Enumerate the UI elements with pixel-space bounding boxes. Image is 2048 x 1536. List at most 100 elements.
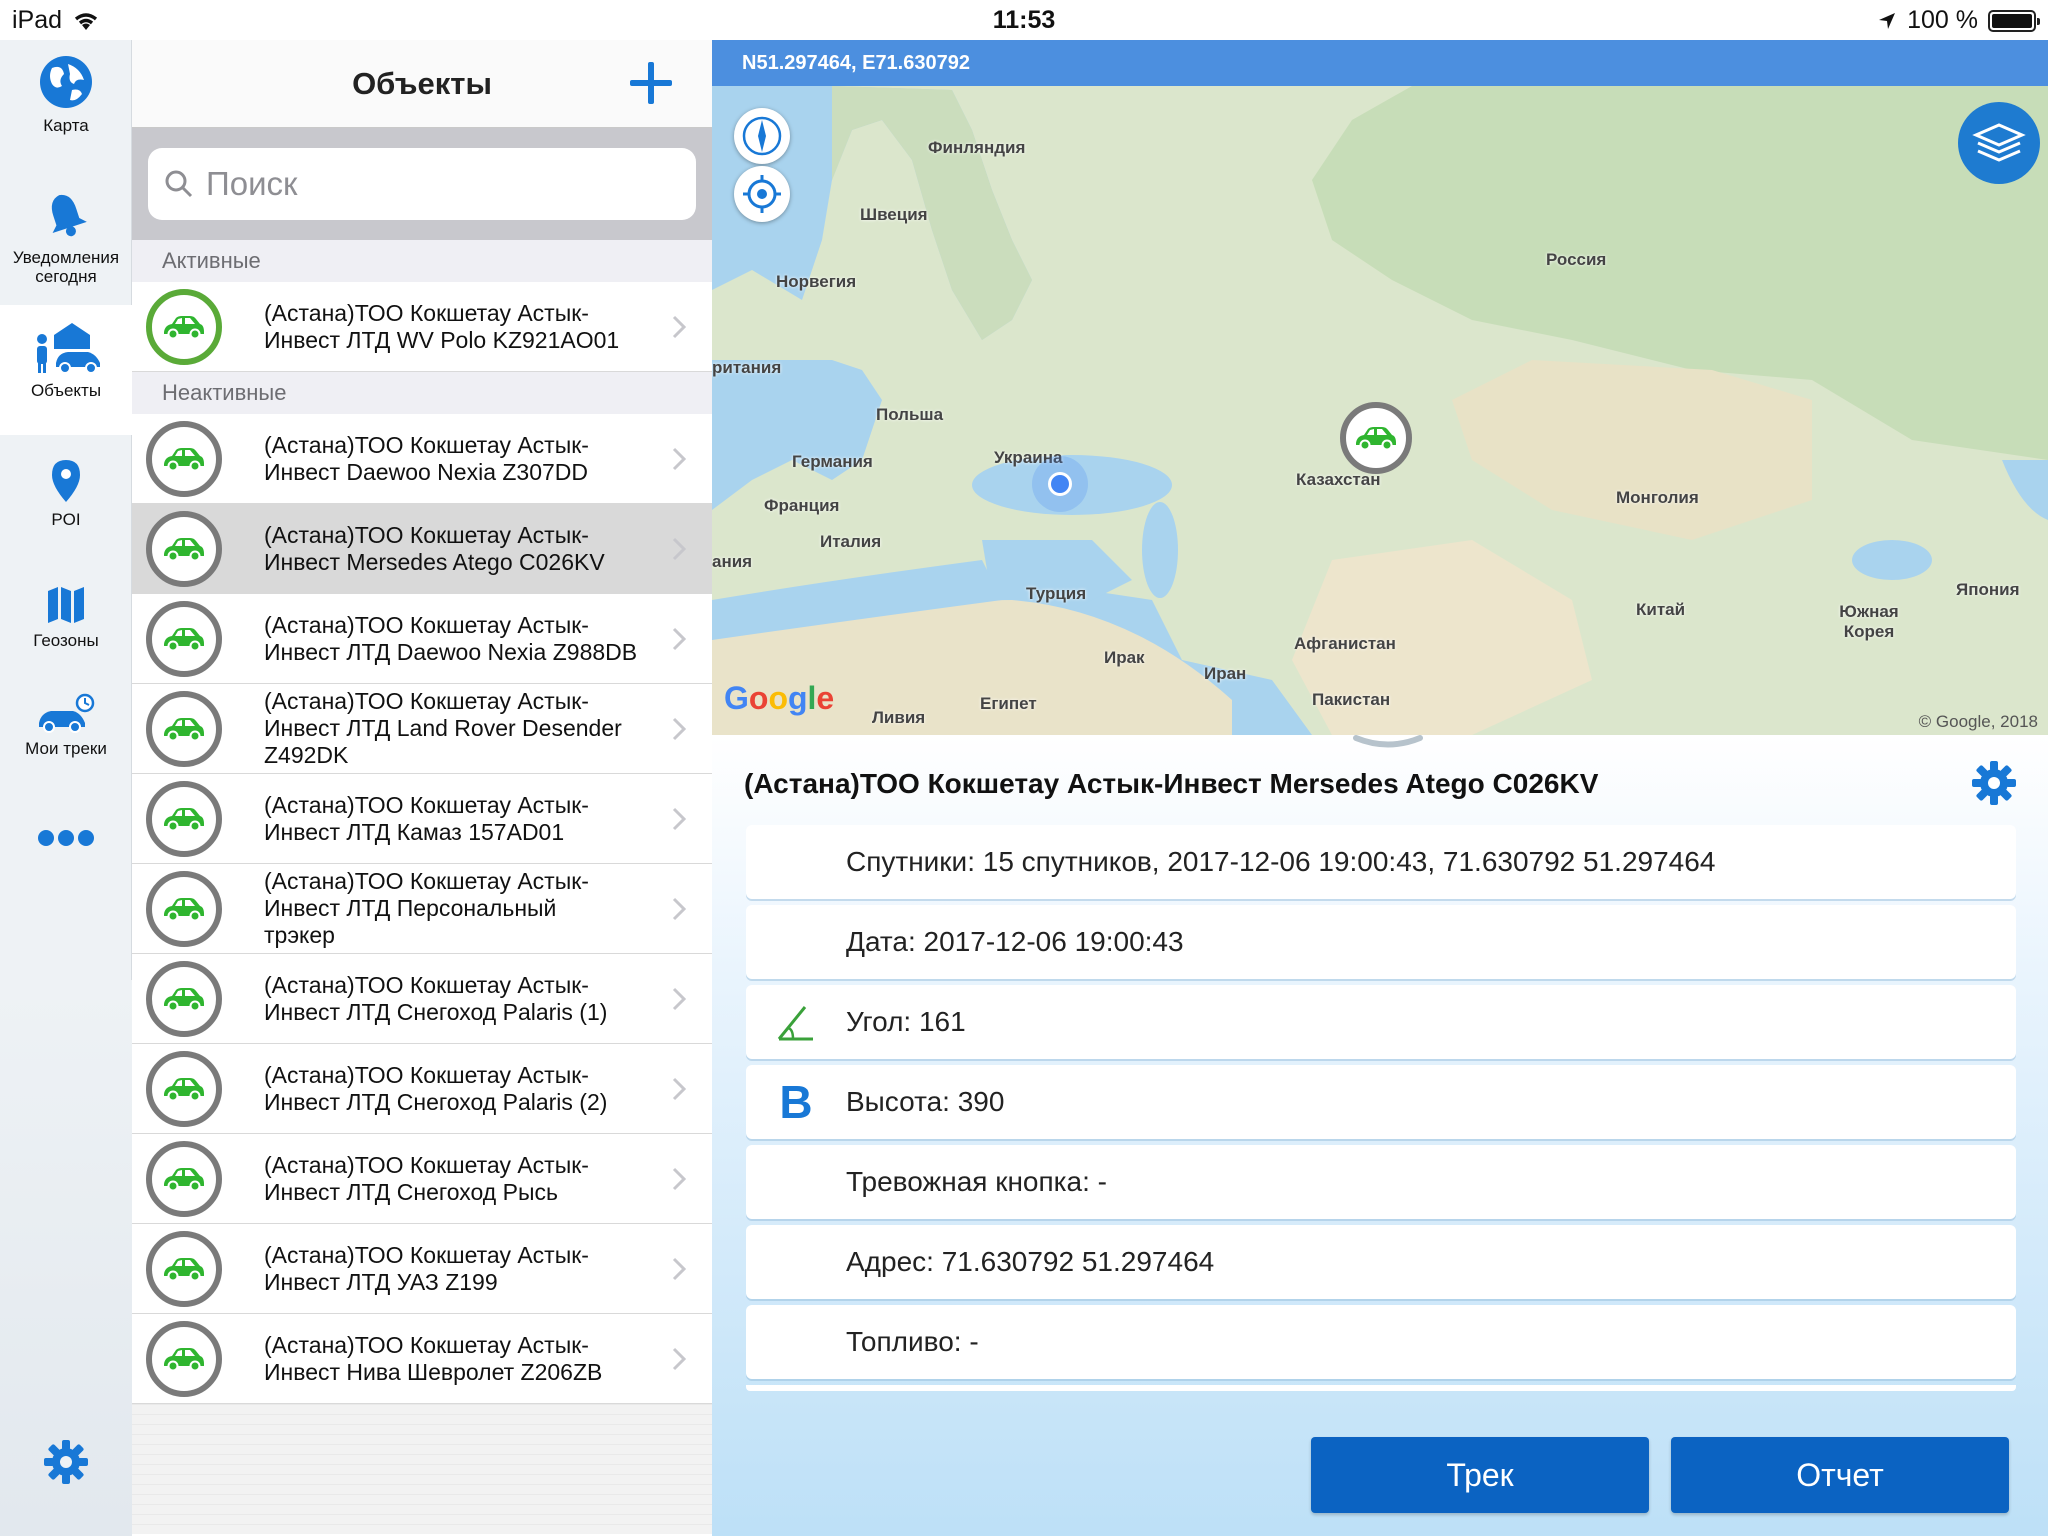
add-object-button[interactable] xyxy=(628,60,674,106)
object-list-item[interactable]: (Астана)ТОО Кокшетау Астык- Инвест Daewoo… xyxy=(132,414,712,504)
nav-item-geozones[interactable]: Геозоны xyxy=(0,585,132,685)
object-status-icon xyxy=(146,1140,222,1217)
chevron-right-icon xyxy=(672,537,686,561)
my-location-button[interactable] xyxy=(734,166,790,222)
object-name-line: Инвест ЛТД УАЗ Z199 xyxy=(264,1268,498,1295)
map-label: Пакистан xyxy=(1312,690,1391,709)
object-status-icon xyxy=(146,1320,222,1397)
object-list-item[interactable]: (Астана)ТОО Кокшетау Астык- Инвест ЛТД Da… xyxy=(132,594,712,684)
object-name-line: Инвест ЛТД Камаз 157AD01 xyxy=(264,818,565,845)
info-text: Дата: 2017-12-06 19:00:43 xyxy=(846,926,1184,957)
status-bar: iPad 11:53 100 % xyxy=(0,0,2048,40)
drag-handle-icon[interactable] xyxy=(1352,735,1424,749)
search-box[interactable] xyxy=(148,148,696,220)
nav-item-poi[interactable]: POI xyxy=(0,458,132,558)
object-status-icon xyxy=(146,510,222,587)
crosshair-icon xyxy=(743,175,781,213)
object-name-line: (Астана)ТОО Кокшетау Астык- xyxy=(264,971,589,998)
info-text: Угол: 161 xyxy=(846,1006,966,1037)
map-copyright: © Google, 2018 xyxy=(1918,712,2038,731)
map-label: Южная Корея xyxy=(1839,602,1899,641)
object-list-item[interactable]: (Астана)ТОО Кокшетау Астык- Инвест ЛТД Пе… xyxy=(132,864,712,954)
object-name: (Астана)ТОО Кокшетау Астык- Инвест ЛТД УА… xyxy=(264,1242,654,1296)
object-details-panel: (Астана)ТОО Кокшетау Астык-Инвест Mersed… xyxy=(712,735,2048,1536)
map-label: Польша xyxy=(876,405,944,424)
report-button[interactable]: Отчет xyxy=(1671,1437,2009,1513)
info-row-height: B Высота: 390 xyxy=(746,1065,2016,1139)
object-name-line: (Астана)ТОО Кокшетау Астык- xyxy=(264,1241,589,1268)
object-list-item[interactable]: (Астана)ТОО Кокшетау Астык- Инвест ЛТД УА… xyxy=(132,1224,712,1314)
layers-icon xyxy=(1972,123,2026,162)
chevron-right-icon xyxy=(672,987,686,1011)
object-status-icon xyxy=(146,1230,222,1307)
chevron-right-icon xyxy=(672,897,686,921)
car-icon xyxy=(164,1347,204,1371)
car-icon xyxy=(1356,427,1396,451)
nav-more-button[interactable] xyxy=(0,828,132,878)
vehicle-marker[interactable] xyxy=(1340,402,1412,474)
gear-icon xyxy=(44,1440,88,1484)
track-button[interactable]: Трек xyxy=(1311,1437,1649,1513)
map-label: Иран xyxy=(1204,664,1247,683)
nav-item-label: Геозоны xyxy=(33,631,99,650)
clock: 11:53 xyxy=(992,6,1056,34)
object-name-line: (Астана)ТОО Кокшетау Астык- xyxy=(264,521,589,548)
object-list-item[interactable]: (Астана)ТОО Кокшетау Астык- Инвест ЛТД Ка… xyxy=(132,774,712,864)
chevron-right-icon xyxy=(672,1257,686,1281)
nav-item-map[interactable]: Карта xyxy=(0,54,132,154)
object-list-item[interactable]: (Астана)ТОО Кокшетау Астык- Инвест ЛТД Сн… xyxy=(132,1044,712,1134)
car-icon xyxy=(164,807,204,831)
map-label: ритания xyxy=(712,358,782,377)
object-list-item[interactable]: (Астана)ТОО Кокшетау Астык- Инвест ЛТД Сн… xyxy=(132,954,712,1044)
object-list-item[interactable]: (Астана)ТОО Кокшетау Астык- Инвест Нива Ш… xyxy=(132,1314,712,1404)
info-text: Спутники: 15 спутников, 2017-12-06 19:00… xyxy=(846,846,1716,877)
car-icon xyxy=(164,447,204,471)
chevron-right-icon xyxy=(672,315,686,339)
map-label: Италия xyxy=(820,532,882,551)
car-clock-icon xyxy=(39,693,95,733)
map-label: Франция xyxy=(764,496,840,515)
nav-item-notifications[interactable]: Уведомления сегодня xyxy=(0,190,132,294)
settings-button[interactable] xyxy=(0,1438,132,1498)
angle-icon xyxy=(777,1006,813,1041)
object-list-item[interactable]: (Астана)ТОО Кокшетау Астык- Инвест ЛТД La… xyxy=(132,684,712,774)
object-list-item[interactable]: (Астана)ТОО Кокшетау Астык- Инвест ЛТД WV… xyxy=(132,282,712,372)
search-input[interactable] xyxy=(206,165,646,203)
info-row-alarm: Тревожная кнопка: - xyxy=(746,1145,2016,1219)
info-text: Тревожная кнопка: - xyxy=(846,1166,1107,1197)
object-name-line: (Астана)ТОО Кокшетау Астык- xyxy=(264,611,589,638)
map-label: Финляндия xyxy=(928,138,1026,157)
object-status-icon xyxy=(146,1050,222,1127)
object-status-icon xyxy=(146,600,222,677)
object-name-line: (Астана)ТОО Кокшетау Астык- xyxy=(264,1061,589,1088)
object-list-item[interactable]: (Астана)ТОО Кокшетау Астык- Инвест ЛТД Сн… xyxy=(132,1134,712,1224)
battery-icon xyxy=(1988,9,2040,32)
nav-item-label: POI xyxy=(51,510,81,529)
height-b-icon: B xyxy=(779,1076,813,1128)
info-text: Высота: 390 xyxy=(846,1086,1005,1117)
globe-icon xyxy=(40,56,92,108)
list-empty-area xyxy=(132,1404,712,1534)
nav-item-objects[interactable]: Объекты xyxy=(0,305,132,435)
map-label: Турция xyxy=(1026,584,1087,603)
object-name-line: Инвест ЛТД Land Rover Desender xyxy=(264,715,622,741)
search-bar xyxy=(132,128,712,240)
nav-item-label: Объекты xyxy=(30,381,102,400)
compass-button[interactable] xyxy=(734,108,790,164)
object-name: (Астана)ТОО Кокшетау Астык- Инвест ЛТД Ка… xyxy=(264,792,654,846)
layers-button[interactable] xyxy=(1958,102,2040,184)
object-settings-button[interactable] xyxy=(1970,759,2018,807)
object-name-line: Инвест ЛТД Снегоход Palaris (2) xyxy=(264,1088,608,1115)
object-list-item[interactable]: (Астана)ТОО Кокшетау Астык- Инвест Mersed… xyxy=(132,504,712,594)
nav-item-my-tracks[interactable]: Мои треки xyxy=(0,693,132,793)
car-icon xyxy=(164,1257,204,1281)
map-label: Китай xyxy=(1636,600,1686,619)
map-label: Япония xyxy=(1956,580,2020,599)
object-name: (Астана)ТОО Кокшетау Астык- Инвест ЛТД La… xyxy=(264,688,654,769)
object-name-line: (Астана)ТОО Кокшетау Астык- xyxy=(264,791,589,818)
map-view[interactable]: N51.297464, E71.630792 Финляндия Швеция … xyxy=(712,40,2048,735)
pin-icon xyxy=(52,460,80,502)
object-name-line: (Астана)ТОО Кокшетау Астык- xyxy=(264,688,589,714)
coordinates-bar: N51.297464, E71.630792 xyxy=(712,40,2048,86)
info-row-date: Дата: 2017-12-06 19:00:43 xyxy=(746,905,2016,979)
